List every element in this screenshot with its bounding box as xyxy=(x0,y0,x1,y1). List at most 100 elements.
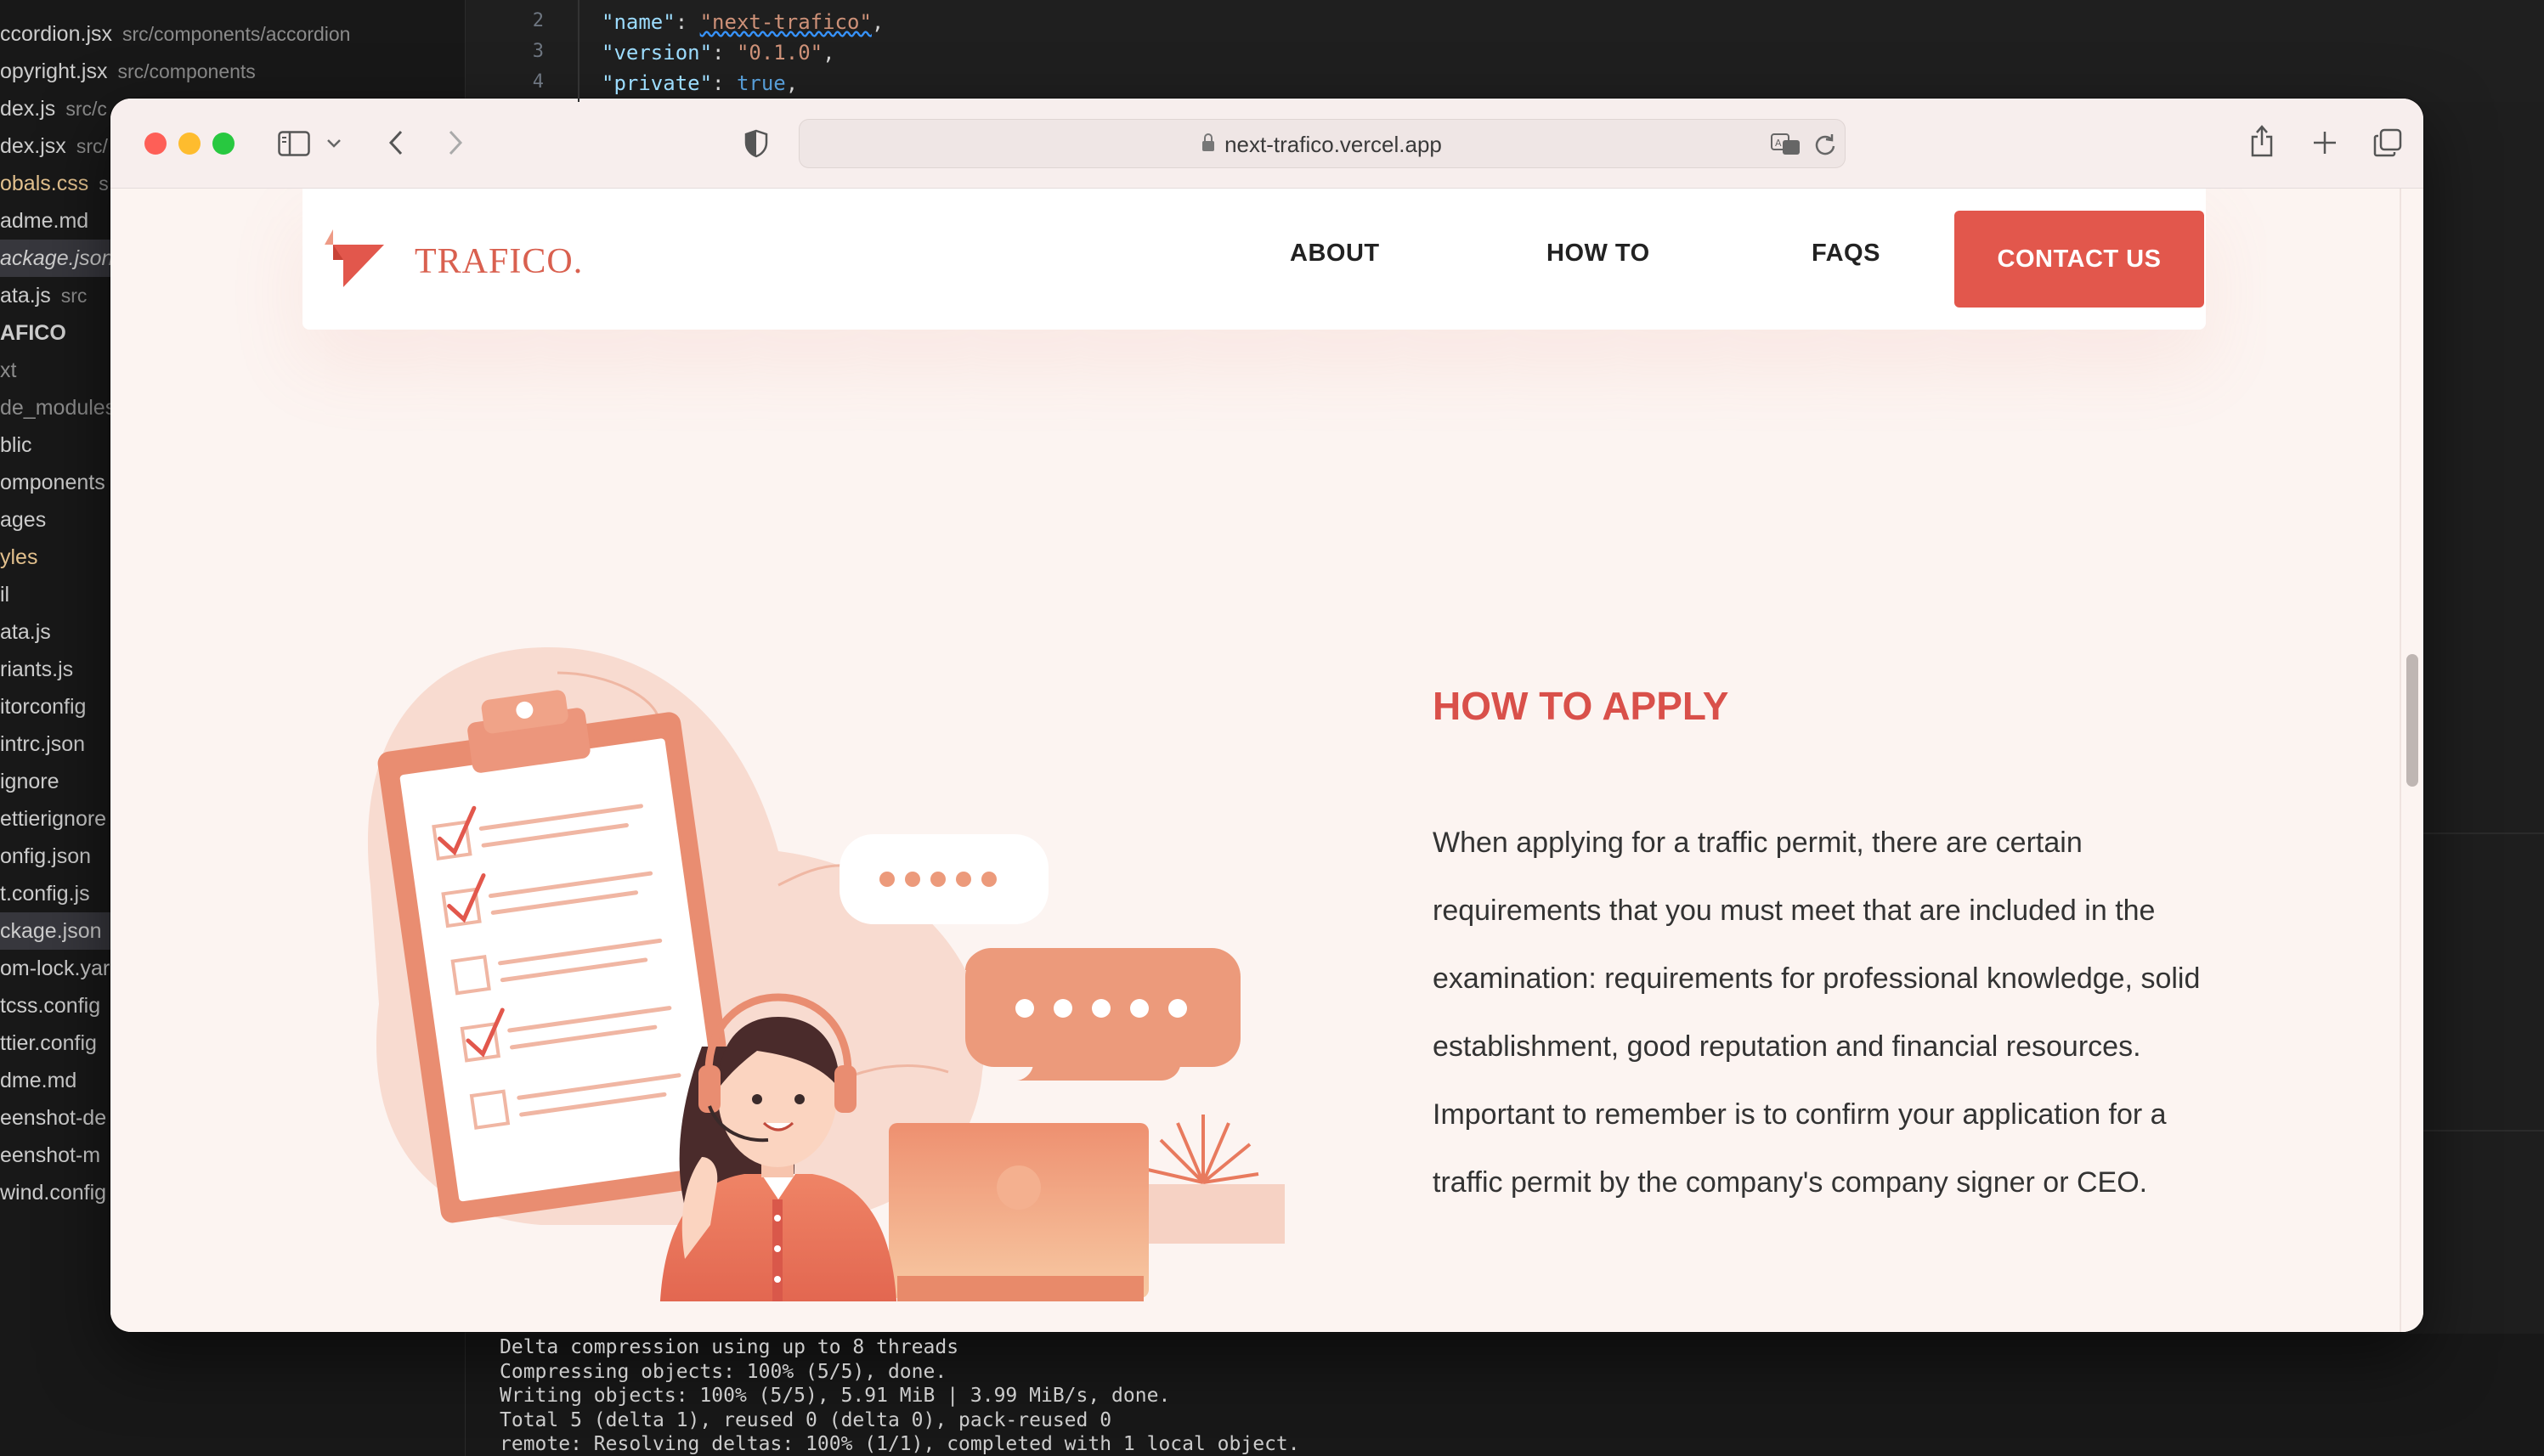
contact-us-button[interactable]: CONTACT US xyxy=(1954,211,2204,308)
explorer-item-name: dme.md xyxy=(0,1069,77,1092)
explorer-item[interactable]: opyright.jsx src/components xyxy=(0,53,256,90)
gutter-divider xyxy=(578,0,579,102)
zoom-window-button[interactable] xyxy=(212,133,235,155)
explorer-item[interactable]: omponents xyxy=(0,464,105,501)
explorer-item[interactable]: AFICO xyxy=(0,314,66,352)
explorer-item-path: src/components/accordion xyxy=(122,23,351,45)
json-key: "private" xyxy=(602,71,713,95)
shield-icon[interactable] xyxy=(741,127,772,160)
nav-about-link[interactable]: ABOUT xyxy=(1290,240,1380,268)
explorer-item-name: dex.js xyxy=(0,97,56,121)
code-line[interactable]: "version": "0.1.0", xyxy=(602,37,835,68)
explorer-item[interactable]: om-lock.yar xyxy=(0,950,110,987)
explorer-item[interactable]: dme.md xyxy=(0,1062,76,1099)
explorer-item-name: t.config.js xyxy=(0,882,90,906)
explorer-item-name: ata.js xyxy=(0,284,51,308)
explorer-item-name: wind.config xyxy=(0,1181,107,1205)
lock-icon xyxy=(1202,133,1215,151)
explorer-item[interactable]: ackage.json xyxy=(0,240,114,277)
explorer-item-path: src xyxy=(60,285,88,307)
explorer-item[interactable]: de_modules xyxy=(0,389,116,426)
explorer-item-name: opyright.jsx xyxy=(0,59,108,83)
explorer-item[interactable]: onfig.json xyxy=(0,838,91,875)
explorer-item-name: ackage.json xyxy=(0,246,114,270)
code-line[interactable]: "name": "next-trafico", xyxy=(602,7,884,37)
explorer-item[interactable]: itorconfig xyxy=(0,688,86,725)
explorer-item[interactable]: ettierignore xyxy=(0,800,106,838)
explorer-item-name: ccordion.jsx xyxy=(0,22,112,46)
terminal-line: Delta compression using up to 8 threads xyxy=(500,1336,959,1358)
browser-window: next-trafico.vercel.app A TRAFICO. ABOUT… xyxy=(110,99,2423,1332)
line-number: 2 xyxy=(532,10,544,31)
explorer-item[interactable]: blic xyxy=(0,426,32,464)
explorer-item[interactable]: il xyxy=(0,576,9,613)
explorer-item[interactable]: xt xyxy=(0,352,16,389)
back-icon[interactable] xyxy=(381,126,411,160)
explorer-item-name: ttier.config xyxy=(0,1031,97,1055)
explorer-item-name: dex.jsx xyxy=(0,134,66,158)
json-key: "version" xyxy=(602,41,713,65)
explorer-item[interactable]: obals.css s xyxy=(0,165,109,202)
chevron-down-icon[interactable] xyxy=(323,133,345,155)
json-colon: : xyxy=(712,71,737,95)
explorer-item-name: ettierignore xyxy=(0,807,107,831)
close-window-button[interactable] xyxy=(144,133,167,155)
explorer-item[interactable]: ata.js src xyxy=(0,277,87,314)
code-line[interactable]: "private": true, xyxy=(602,68,798,99)
explorer-item[interactable]: dex.jsx src/ xyxy=(0,127,108,165)
scrollbar-track[interactable] xyxy=(2400,189,2401,1332)
site-navbar: TRAFICO. ABOUT HOW TO FAQS CONTACT US xyxy=(302,189,2206,330)
explorer-item[interactable]: eenshot-m xyxy=(0,1137,100,1174)
explorer-item-name: obals.css xyxy=(0,172,89,195)
explorer-item-name: onfig.json xyxy=(0,844,92,868)
json-colon: : xyxy=(675,10,700,34)
explorer-item[interactable]: eenshot-de xyxy=(0,1099,106,1137)
web-page: TRAFICO. ABOUT HOW TO FAQS CONTACT US HO… xyxy=(110,189,2423,1332)
explorer-item[interactable]: ages xyxy=(0,501,46,539)
json-value: "0.1.0" xyxy=(736,41,823,65)
explorer-item[interactable]: ignore xyxy=(0,763,59,800)
explorer-item[interactable]: dex.js src/c xyxy=(0,90,107,127)
reload-icon[interactable] xyxy=(1812,132,1838,157)
panel-divider xyxy=(2423,1130,2544,1132)
line-number: 4 xyxy=(532,71,544,93)
explorer-item[interactable]: tcss.config xyxy=(0,987,100,1024)
share-icon[interactable] xyxy=(2245,122,2279,160)
explorer-item[interactable]: intrc.json xyxy=(0,725,85,763)
scrollbar-thumb[interactable] xyxy=(2406,654,2418,787)
explorer-item[interactable]: adme.md xyxy=(0,202,88,240)
explorer-item[interactable]: riants.js xyxy=(0,651,73,688)
explorer-item[interactable]: ttier.config xyxy=(0,1024,97,1062)
explorer-item-name: il xyxy=(0,583,10,607)
explorer-item-name: riants.js xyxy=(0,657,74,681)
explorer-item-name: eenshot-de xyxy=(0,1106,107,1130)
nav-faqs-link[interactable]: FAQS xyxy=(1812,240,1880,268)
json-comma: , xyxy=(785,71,799,95)
translate-icon[interactable]: A xyxy=(1770,130,1802,159)
explorer-item[interactable]: yles xyxy=(0,539,37,576)
terminal-line: Compressing objects: 100% (5/5), done. xyxy=(500,1360,947,1383)
explorer-item-name: blic xyxy=(0,433,32,457)
explorer-item[interactable]: ccordion.jsx src/components/accordion xyxy=(0,15,350,53)
explorer-item[interactable]: t.config.js xyxy=(0,875,90,912)
json-value: "next-trafico" xyxy=(699,10,872,34)
tabs-overview-icon[interactable] xyxy=(2371,126,2405,160)
plus-icon[interactable] xyxy=(2308,126,2342,160)
svg-text:A: A xyxy=(1775,138,1782,149)
explorer-item-path: src/c xyxy=(65,98,107,120)
explorer-item[interactable]: wind.config xyxy=(0,1174,106,1211)
explorer-item[interactable]: ata.js xyxy=(0,613,51,651)
sidebar-icon[interactable] xyxy=(277,127,311,160)
explorer-item-name: om-lock.yar xyxy=(0,957,110,980)
forward-icon[interactable] xyxy=(440,126,471,160)
trafico-logo-icon[interactable] xyxy=(323,226,386,291)
explorer-item-name: tcss.config xyxy=(0,994,101,1018)
nav-how-to-link[interactable]: HOW TO xyxy=(1546,240,1650,268)
explorer-item-name: AFICO xyxy=(0,321,66,345)
panel-divider xyxy=(2423,832,2544,834)
minimize-window-button[interactable] xyxy=(178,133,201,155)
address-bar[interactable]: next-trafico.vercel.app A xyxy=(799,119,1846,168)
logo-text[interactable]: TRAFICO. xyxy=(415,241,583,282)
terminal-line: Writing objects: 100% (5/5), 5.91 MiB | … xyxy=(500,1385,1171,1407)
explorer-item[interactable]: ckage.json xyxy=(0,912,110,950)
